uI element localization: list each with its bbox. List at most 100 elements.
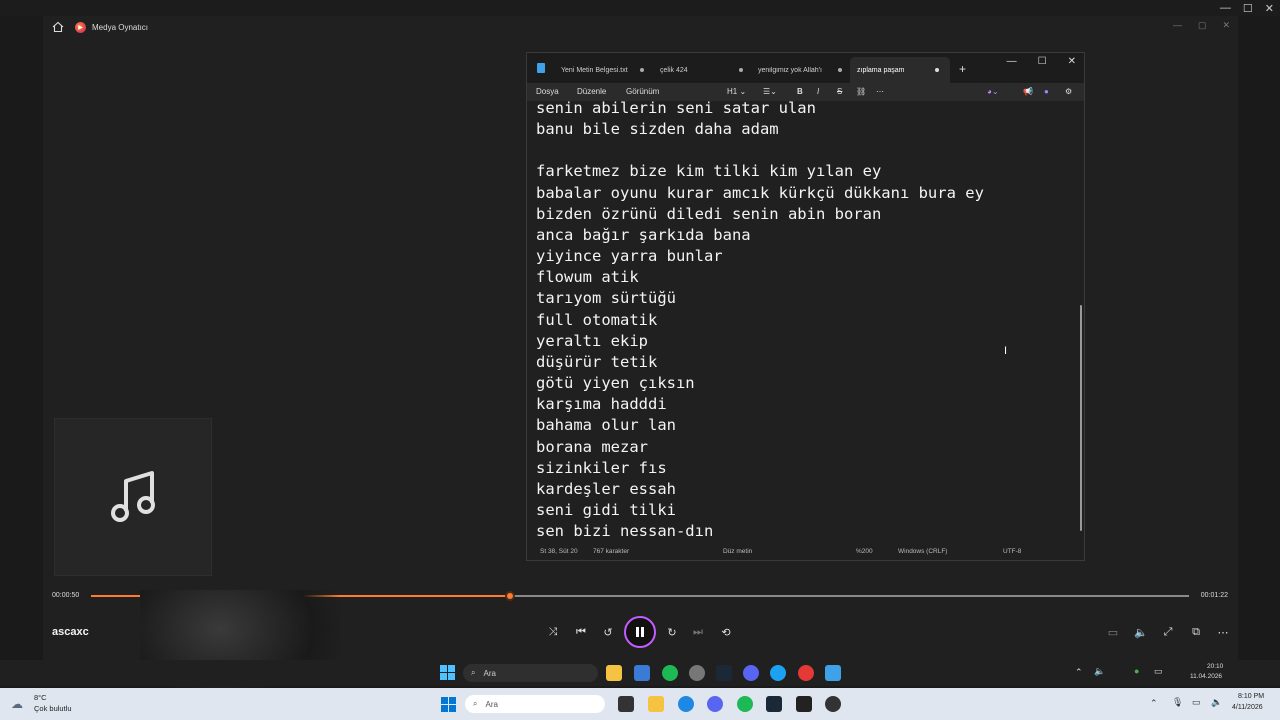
text-line: bahama olur lan: [536, 416, 676, 435]
steam-icon[interactable]: [766, 696, 782, 712]
file-explorer-icon[interactable]: [648, 696, 664, 712]
copilot-icon[interactable]: ◕⌄: [987, 87, 999, 96]
text-line: yeraltı ekip: [536, 331, 648, 350]
home-icon[interactable]: [52, 21, 64, 33]
pause-button[interactable]: [624, 616, 656, 648]
tray-mic-icon[interactable]: 🎙: [1172, 697, 1183, 708]
shuffle-icon[interactable]: ⤨: [545, 624, 561, 640]
windows-start-icon[interactable]: [441, 697, 456, 712]
notepad-tabbar: Yeni Metin Belgesi.txt çelik 424 yenilgi…: [527, 53, 1084, 83]
seek-thumb[interactable]: [505, 591, 516, 601]
notepad-text-area[interactable]: senin abilerin seni satar ulan banu bile …: [536, 98, 984, 542]
menu-view[interactable]: Görünüm: [626, 87, 659, 96]
tray-chevron-icon[interactable]: ⌃: [1150, 698, 1158, 709]
text-line: bizden özrünü diledi senin abin boran: [536, 204, 882, 223]
tray-network-icon[interactable]: ▭: [1154, 666, 1163, 677]
file-explorer-icon[interactable]: [606, 665, 622, 681]
text-line: anca bağır şarkıda bana: [536, 225, 751, 244]
host-window-controls: — ☐ ✕: [1220, 0, 1274, 16]
maximize-icon[interactable]: ☐: [1038, 56, 1047, 67]
notepad-scrollbar[interactable]: [1080, 305, 1082, 531]
encoding[interactable]: UTF-8: [1003, 548, 1021, 555]
bold-icon[interactable]: B: [797, 87, 803, 96]
italic-icon[interactable]: I: [817, 87, 819, 96]
forward-30-icon[interactable]: ↻: [664, 624, 680, 640]
tab-file-2[interactable]: çelik 424: [660, 57, 756, 83]
previous-icon[interactable]: ⏮: [573, 624, 589, 640]
list-icon[interactable]: ☰⌄: [763, 87, 777, 96]
pause-icon: [636, 627, 644, 637]
tab-file-1[interactable]: Yeni Metin Belgesi.txt: [561, 57, 661, 83]
spotify-icon[interactable]: [737, 696, 753, 712]
new-tab-icon[interactable]: +: [959, 62, 966, 76]
text-line: farketmez bize kim tilki kim yılan ey: [536, 162, 882, 181]
tray-mic-icon[interactable]: ●: [1134, 666, 1139, 676]
announcement-icon[interactable]: 📢: [1023, 87, 1033, 96]
profile-icon[interactable]: ●: [1044, 87, 1049, 96]
heading-label: H1: [727, 87, 738, 96]
volume-icon[interactable]: 🔈: [1133, 624, 1149, 640]
link-icon[interactable]: ⛓: [856, 87, 866, 96]
text-line: babalar oyunu kurar amcık kürkçü dükkanı…: [536, 183, 984, 202]
notepad-app-icon: [537, 63, 545, 73]
tray-network-icon[interactable]: ▭: [1192, 697, 1201, 708]
line-ending[interactable]: Windows (CRLF): [898, 548, 947, 555]
rewind-10-icon[interactable]: ↺: [600, 624, 616, 640]
chatgpt-icon[interactable]: [689, 665, 705, 681]
menu-file[interactable]: Dosya: [536, 87, 559, 96]
tab-file-3[interactable]: yenilgimiz yok Allah'ı: [758, 57, 848, 83]
minimize-icon[interactable]: —: [1007, 56, 1017, 67]
steam-icon[interactable]: [716, 665, 732, 681]
zoom-level[interactable]: %200: [856, 548, 873, 555]
time-elapsed: 00:00:50: [52, 592, 80, 599]
search-icon: ⌕: [473, 699, 478, 708]
minimize-icon[interactable]: —: [1173, 20, 1182, 31]
strikethrough-icon[interactable]: S: [837, 87, 842, 96]
chatgpt-icon[interactable]: [825, 696, 841, 712]
close-icon[interactable]: ✕: [1265, 2, 1274, 15]
miniplayer-icon[interactable]: ▭: [1105, 624, 1121, 640]
notepad-statusbar: St 38, Süt 20 767 karakter Düz metin %20…: [527, 543, 1084, 560]
notepad-taskbar-icon[interactable]: [825, 665, 841, 681]
close-icon[interactable]: ✕: [1222, 20, 1230, 31]
tray-chevron-icon[interactable]: ⌃: [1075, 667, 1083, 678]
more-icon[interactable]: ⋯: [1215, 624, 1231, 640]
maximize-icon[interactable]: ☐: [1243, 2, 1253, 15]
music-note-icon: [111, 471, 155, 522]
discord-icon[interactable]: [743, 665, 759, 681]
taskbar-inner-date: 11.04.2026: [1190, 673, 1223, 680]
text-line: götü yiyen çıksın: [536, 374, 695, 393]
spotify-icon[interactable]: [662, 665, 678, 681]
edge-icon[interactable]: [678, 696, 694, 712]
repeat-icon[interactable]: ⟲: [718, 624, 734, 640]
cast-icon[interactable]: ⧉: [1188, 624, 1204, 640]
settings-gear-icon[interactable]: ⚙: [1065, 87, 1072, 96]
menu-edit[interactable]: Düzenle: [577, 87, 606, 96]
maximize-icon[interactable]: ▢: [1198, 20, 1207, 31]
media-player-taskbar-icon[interactable]: [798, 665, 814, 681]
taskbar-inner: ⌕ Ara ⌃ 🔈 ● ▭ 20:10 11.04.2026: [0, 660, 1280, 686]
terminal-icon[interactable]: [796, 696, 812, 712]
edge-icon[interactable]: [770, 665, 786, 681]
windows-start-icon[interactable]: [440, 665, 455, 680]
tab-label: zıplama paşam: [857, 66, 905, 74]
more-icon[interactable]: ⋯: [876, 87, 884, 96]
minimize-icon[interactable]: —: [1220, 2, 1231, 14]
text-cursor-icon: I: [1004, 345, 1008, 357]
text-line: flowum atik: [536, 268, 639, 287]
close-icon[interactable]: ✕: [1068, 56, 1076, 67]
taskbar-search-box[interactable]: ⌕ Ara: [465, 695, 605, 713]
discord-icon[interactable]: [707, 696, 723, 712]
search-placeholder: Ara: [485, 699, 498, 709]
heading-dropdown[interactable]: H1 ⌄: [727, 87, 746, 96]
text-line: seni gidi tilki: [536, 500, 676, 519]
taskbar-search-box[interactable]: ⌕ Ara: [463, 664, 598, 682]
tray-volume-icon[interactable]: 🔈: [1211, 697, 1222, 708]
task-view-icon[interactable]: [618, 696, 634, 712]
tab-file-4[interactable]: zıplama paşam: [850, 57, 950, 83]
weather-temp: 8°C: [34, 693, 47, 702]
fullscreen-icon[interactable]: ⤢: [1160, 624, 1176, 640]
next-icon[interactable]: ⏭: [690, 624, 706, 640]
store-icon[interactable]: [634, 665, 650, 681]
tray-volume-icon[interactable]: 🔈: [1094, 666, 1105, 677]
